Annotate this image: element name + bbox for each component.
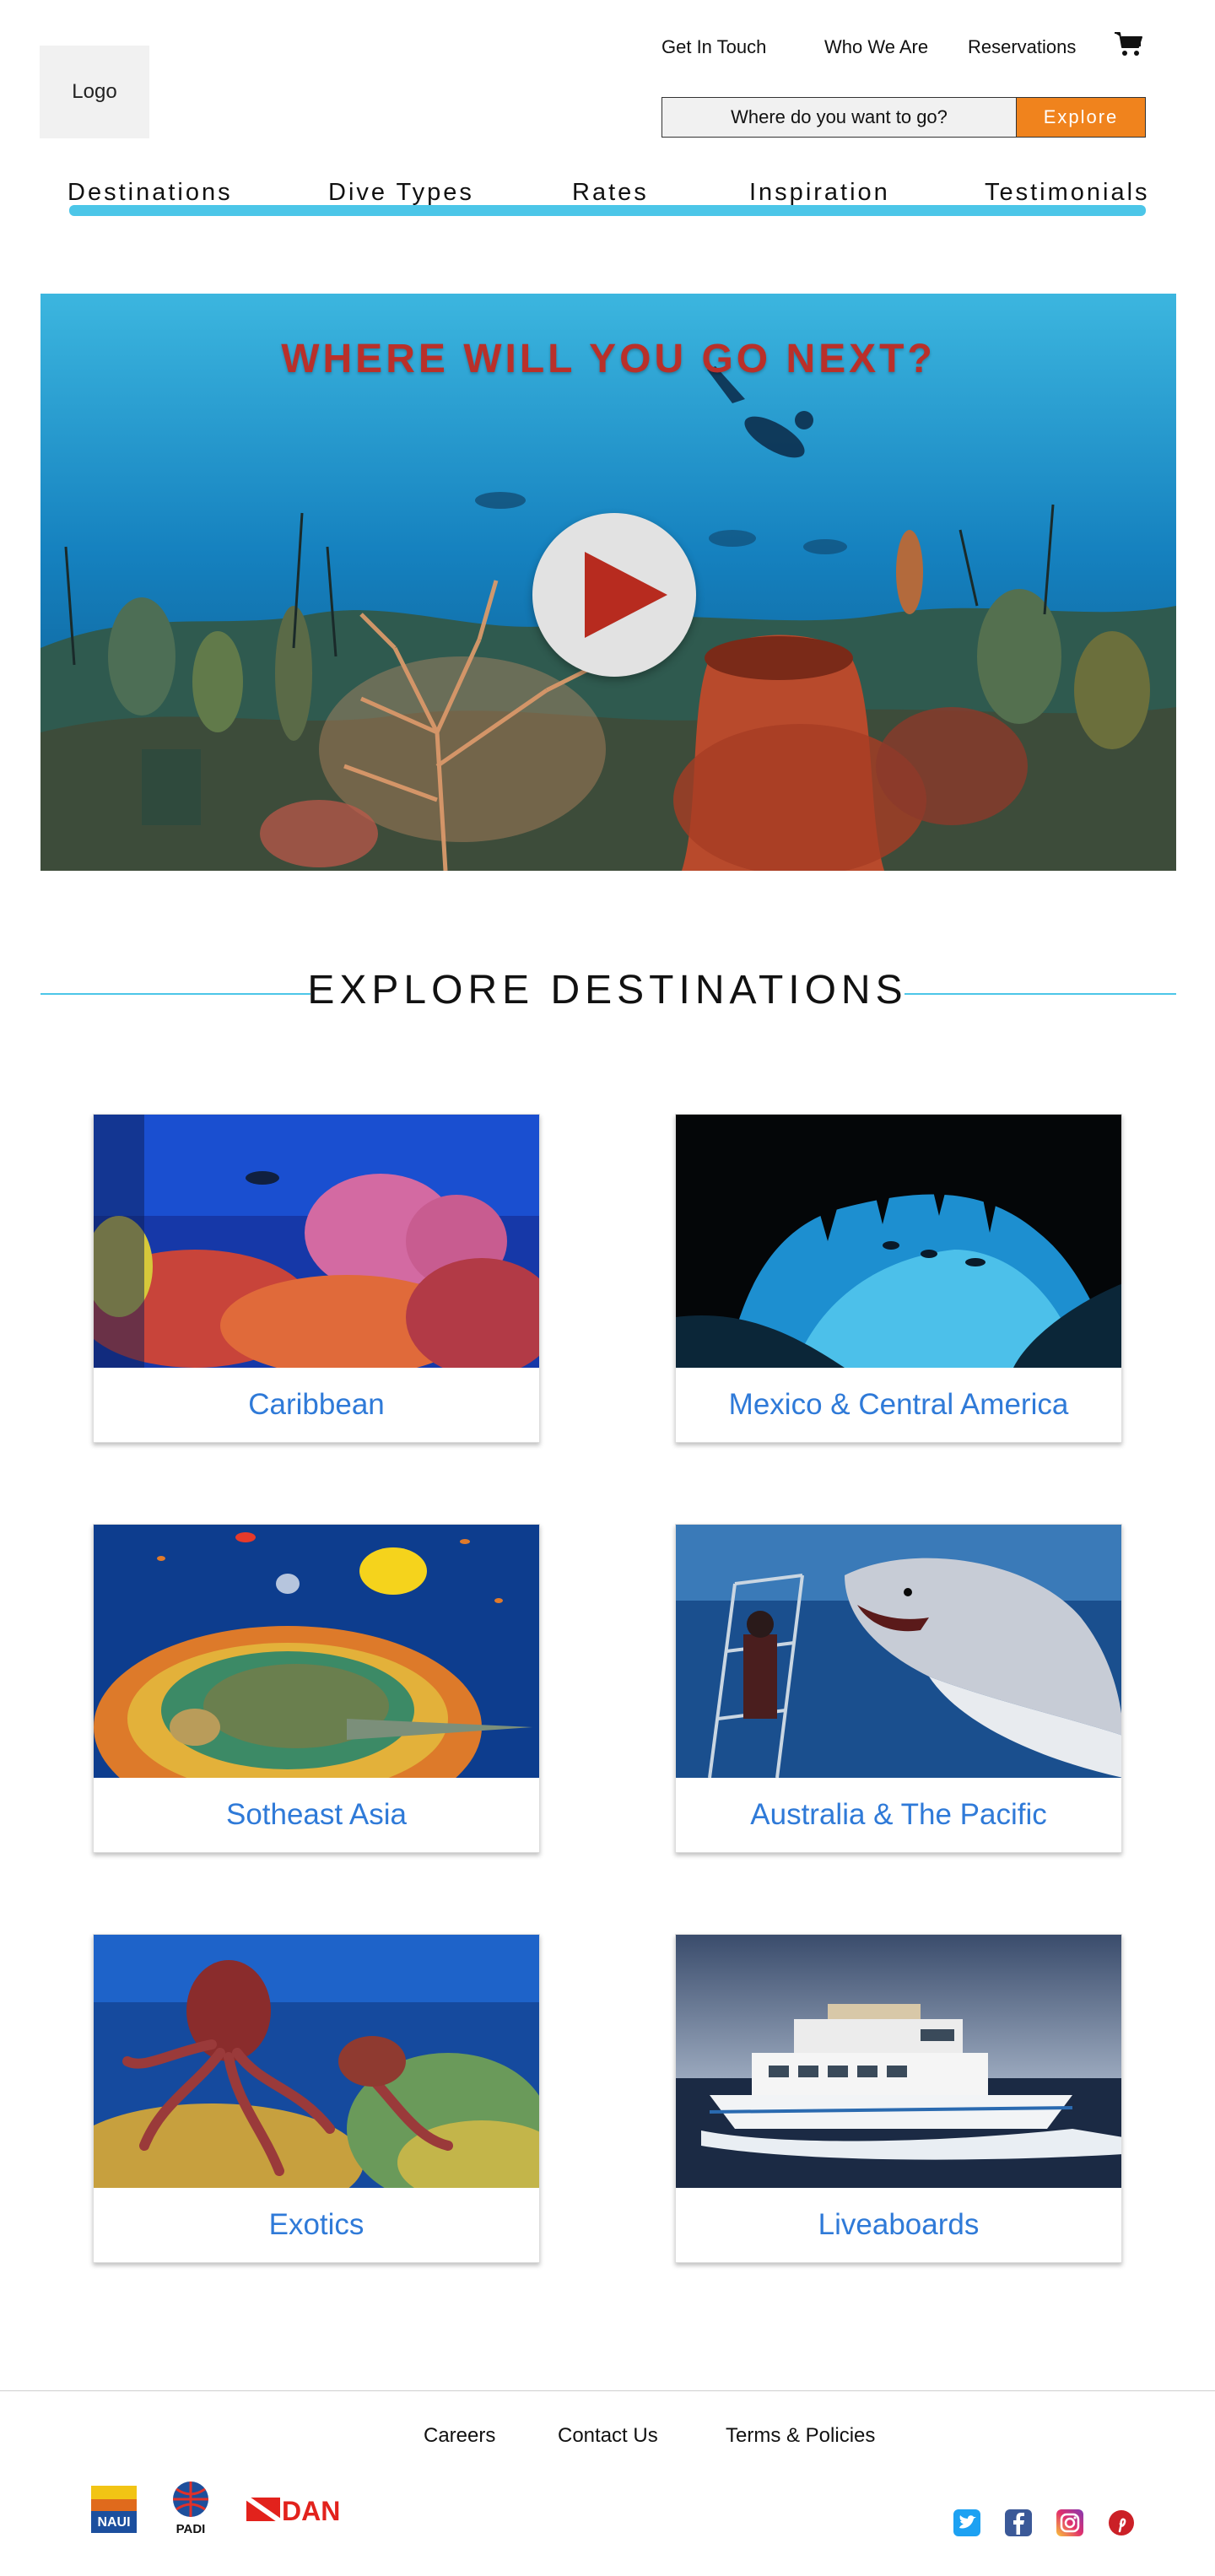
pinterest-icon[interactable] [1108,2509,1135,2536]
explore-button[interactable]: Explore [1016,97,1146,138]
dan-logo[interactable]: DAN [245,2494,351,2529]
destination-card-exotics[interactable]: Exotics [93,1934,540,2263]
explore-destinations-heading: EXPLORE DESTINATIONS [307,968,908,1013]
card-label[interactable]: Caribbean [94,1368,539,1442]
mexico-central-america-image [676,1115,1121,1368]
card-label[interactable]: Sotheast Asia [94,1778,539,1852]
nav-item-rates[interactable]: Rates [572,176,649,209]
nav-item-dive-types[interactable]: Dive Types [328,176,474,209]
card-label[interactable]: Australia & The Pacific [676,1778,1121,1852]
destination-search-input[interactable] [662,97,1016,138]
destination-card-mexico-central-america[interactable]: Mexico & Central America [675,1114,1122,1443]
exotics-image [94,1935,539,2188]
careers-link[interactable]: Careers [424,2424,495,2448]
destination-card-liveaboards[interactable]: Liveaboards [675,1934,1122,2263]
hero-video-banner[interactable]: WHERE WILL YOU GO NEXT? [40,294,1176,871]
nav-item-destinations[interactable]: Destinations [68,176,233,209]
destination-card-caribbean[interactable]: Caribbean [93,1114,540,1443]
destination-card-southeast-asia[interactable]: Sotheast Asia [93,1524,540,1853]
contact-us-link[interactable]: Contact Us [558,2424,658,2448]
naui-logo[interactable]: NAUI [91,2486,137,2537]
caribbean-image [94,1115,539,1368]
card-label[interactable]: Mexico & Central America [676,1368,1121,1442]
twitter-icon[interactable] [953,2509,980,2536]
svg-text:PADI: PADI [176,2522,206,2536]
australia-pacific-image [676,1525,1121,1778]
hero-title: WHERE WILL YOU GO NEXT? [281,337,936,381]
destination-card-australia-pacific[interactable]: Australia & The Pacific [675,1524,1122,1853]
svg-text:DAN: DAN [282,2496,340,2525]
play-icon[interactable] [532,513,696,677]
top-links: Get In Touch Who We Are Reservations [0,32,1215,62]
reservations-link[interactable]: Reservations [968,32,1076,62]
shopping-cart-icon[interactable] [1114,30,1144,57]
liveaboards-image [676,1935,1121,2188]
instagram-icon[interactable] [1056,2509,1083,2536]
who-we-are-link[interactable]: Who We Are [824,32,928,62]
footer-divider [0,2390,1215,2391]
nav-item-testimonials[interactable]: Testimonials [985,176,1150,209]
terms-policies-link[interactable]: Terms & Policies [726,2424,875,2448]
facebook-icon[interactable] [1005,2509,1032,2536]
card-label[interactable]: Liveaboards [676,2188,1121,2262]
destination-search: Explore [662,97,1146,138]
padi-logo[interactable]: PADI [170,2481,212,2541]
get-in-touch-link[interactable]: Get In Touch [662,32,766,62]
footer-links: Careers Contact Us Terms & Policies [0,2424,1215,2454]
nav-underline-bar [69,205,1146,216]
southeast-asia-image [94,1525,539,1778]
nav-item-inspiration[interactable]: Inspiration [749,176,890,209]
svg-text:NAUI: NAUI [97,2515,130,2530]
card-label[interactable]: Exotics [94,2188,539,2262]
